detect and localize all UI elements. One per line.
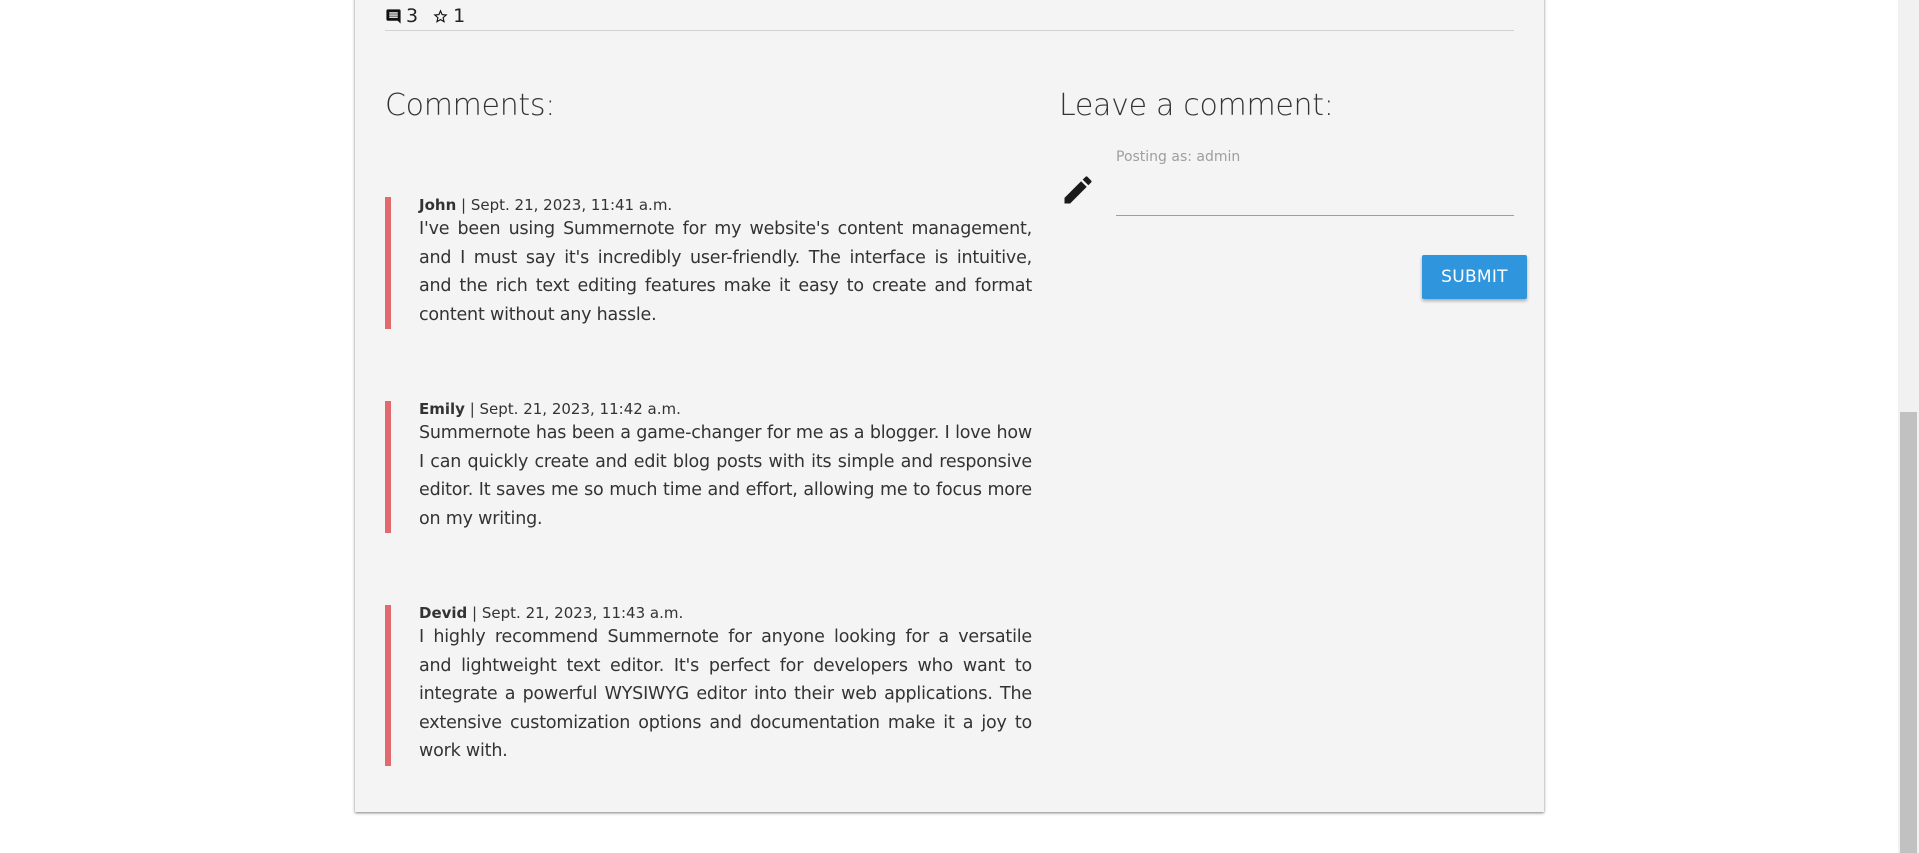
meta-separator: | — [464, 400, 480, 418]
comment-icon — [385, 8, 402, 25]
comment-meta: John | Sept. 21, 2023, 11:41 a.m. — [419, 195, 1032, 215]
leave-comment-heading: Leave a comment: — [1059, 88, 1334, 123]
comment-author: John — [419, 196, 457, 214]
comment-date: Sept. 21, 2023, 11:41 a.m. — [470, 196, 673, 214]
comment-date: Sept. 21, 2023, 11:42 a.m. — [479, 400, 681, 418]
comment-item: Emily | Sept. 21, 2023, 11:42 a.m. Summe… — [385, 399, 1032, 533]
meta-separator: | — [467, 604, 482, 622]
comment-text: Summernote has been a game-changer for m… — [419, 423, 1032, 529]
comment-text: I highly recommend Summernote for anyone… — [419, 627, 1032, 761]
star-count: 1 — [453, 5, 466, 27]
comment-meta: Devid | Sept. 21, 2023, 11:43 a.m. — [419, 603, 1032, 623]
comments-heading: Comments: — [385, 88, 556, 123]
divider — [385, 30, 1514, 31]
post-stats: 3 1 — [385, 2, 475, 30]
meta-separator: | — [456, 196, 471, 214]
comment-item: John | Sept. 21, 2023, 11:41 a.m. I've b… — [385, 195, 1032, 329]
vertical-scrollbar[interactable] — [1898, 0, 1919, 853]
comment-author: Emily — [419, 400, 465, 418]
scrollbar-thumb[interactable] — [1900, 412, 1917, 853]
comment-form-field: Posting as: admin — [1116, 148, 1514, 220]
comment-author: Devid — [419, 604, 468, 622]
pencil-icon — [1060, 172, 1096, 208]
comment-count: 3 — [406, 5, 419, 27]
comment-input[interactable] — [1116, 182, 1514, 216]
comment-item: Devid | Sept. 21, 2023, 11:43 a.m. I hig… — [385, 603, 1032, 766]
star-outline-icon[interactable] — [432, 8, 449, 25]
comment-text: I've been using Summernote for my websit… — [419, 219, 1032, 325]
comment-meta: Emily | Sept. 21, 2023, 11:42 a.m. — [419, 399, 1032, 419]
posting-as-label: Posting as: admin — [1116, 149, 1241, 165]
comment-date: Sept. 21, 2023, 11:43 a.m. — [481, 604, 684, 622]
submit-button[interactable]: SUBMIT — [1422, 255, 1527, 299]
